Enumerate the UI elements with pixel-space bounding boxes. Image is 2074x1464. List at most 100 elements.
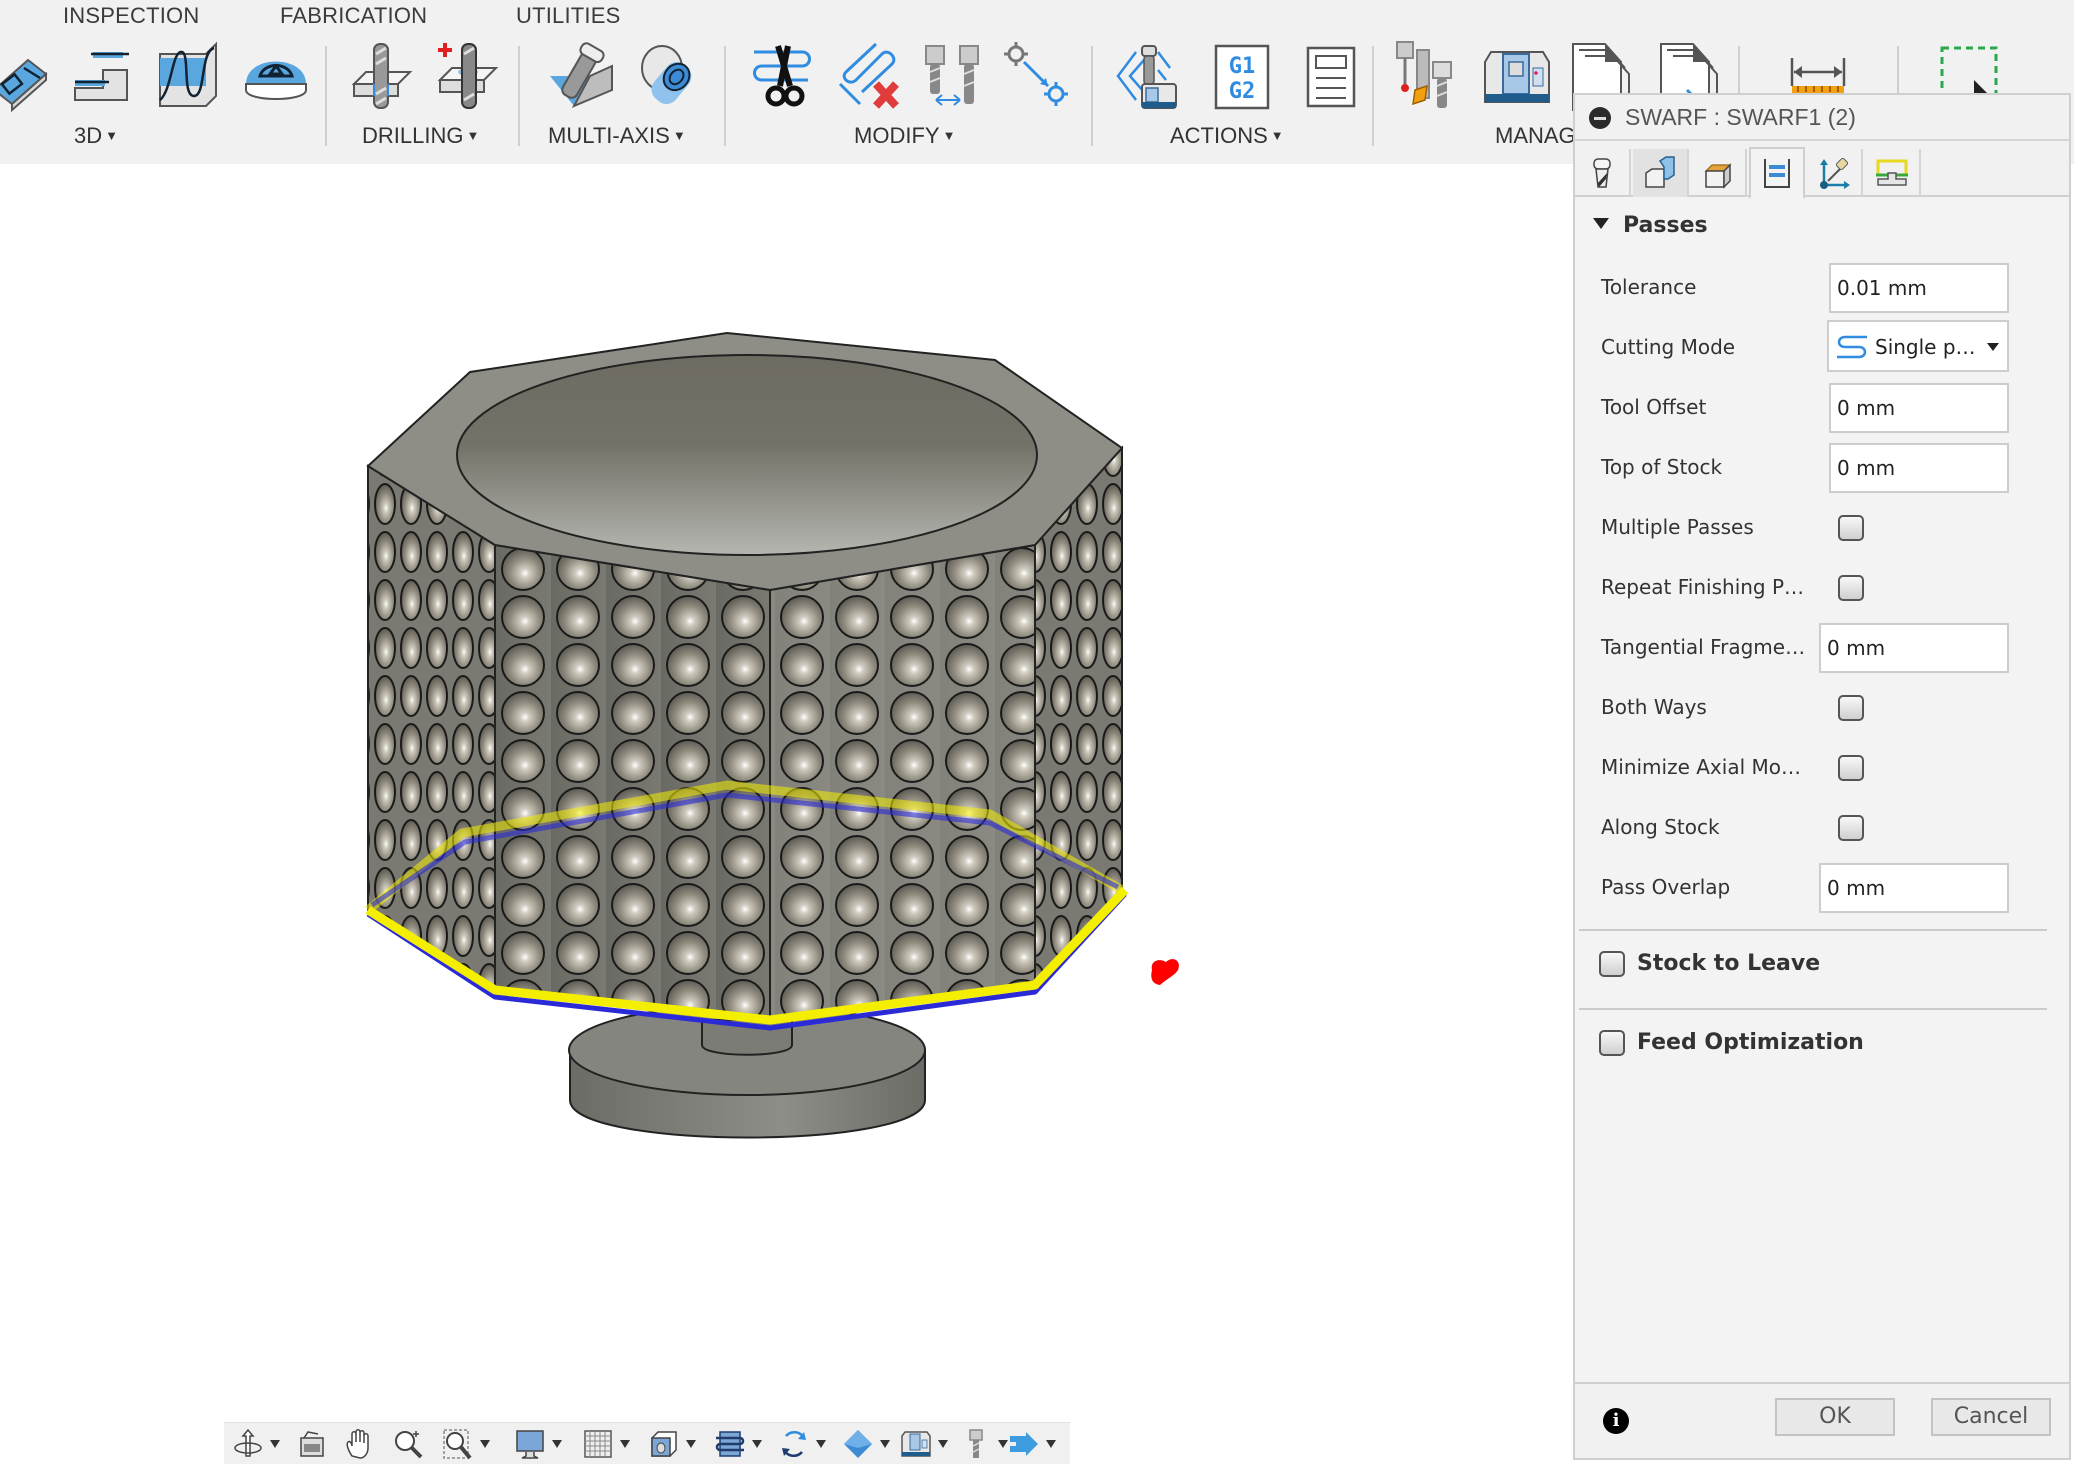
tool-display-button[interactable] <box>960 1427 1008 1461</box>
repeat-finishing-pass-checkbox[interactable] <box>1838 575 1864 601</box>
stock-icon <box>844 1430 872 1458</box>
group-modify-label[interactable]: MODIFY ▼ <box>854 123 955 149</box>
group-label-text: MODIFY <box>854 123 940 148</box>
fit-window-button[interactable] <box>442 1427 490 1461</box>
field-label: Tolerance <box>1601 275 1697 299</box>
pan-button[interactable] <box>342 1427 374 1461</box>
cam-workspace: INSPECTION FABRICATION UTILITIES 3D ▼ DR… <box>0 0 2074 1464</box>
tab-geometry[interactable] <box>1633 149 1689 197</box>
orbit-button[interactable] <box>232 1427 280 1461</box>
tangential-fragment-input[interactable] <box>1819 623 2009 673</box>
section-passes[interactable]: Passes <box>1593 213 1708 238</box>
chevron-down-icon <box>938 1440 948 1448</box>
chevron-down-icon <box>1987 343 1999 351</box>
grid-icon <box>584 1430 612 1458</box>
tab-multi-axis[interactable] <box>1807 149 1863 197</box>
display-settings-button[interactable] <box>514 1427 562 1461</box>
adaptive-clearing-icon[interactable] <box>0 40 60 113</box>
orbit-icon <box>234 1428 262 1457</box>
machine-button[interactable] <box>900 1427 948 1461</box>
group-3d-label[interactable]: 3D ▼ <box>74 123 118 149</box>
field-label: Multiple Passes <box>1601 515 1754 539</box>
tool-offset-input[interactable] <box>1829 383 2009 433</box>
separator <box>724 46 726 146</box>
move-point-icon[interactable] <box>1002 40 1074 112</box>
trim-toolpath-icon[interactable] <box>750 40 822 112</box>
multi-axis-contour-icon[interactable] <box>634 40 706 112</box>
hole-recognition-icon[interactable] <box>434 40 506 112</box>
dialog-title: SWARF : SWARF1 (2) <box>1625 104 1856 130</box>
tab-passes[interactable] <box>1749 147 1805 199</box>
select-value: Single p… <box>1875 335 1976 359</box>
setup-sheet-icon[interactable] <box>1294 40 1366 112</box>
chevron-down-icon: ▼ <box>942 128 956 143</box>
grid-button[interactable] <box>582 1427 630 1461</box>
look-at-button[interactable] <box>296 1427 328 1461</box>
contour-steps-icon[interactable] <box>65 40 137 112</box>
chevron-down-icon <box>880 1440 890 1448</box>
swarf-icon[interactable] <box>546 40 618 112</box>
fixture-button[interactable] <box>1008 1427 1056 1461</box>
tolerance-input[interactable] <box>1829 263 2009 313</box>
machine-icon <box>901 1431 931 1457</box>
group-drilling: DRILLING ▼ <box>340 40 515 158</box>
along-stock-checkbox[interactable] <box>1838 815 1864 841</box>
info-icon[interactable]: i <box>1603 1408 1629 1434</box>
both-ways-checkbox[interactable] <box>1838 695 1864 721</box>
section-divider <box>1579 929 2047 931</box>
top-of-stock-input[interactable] <box>1829 443 2009 493</box>
machine-library-icon[interactable] <box>1481 40 1553 112</box>
navigation-bar <box>224 1422 1070 1464</box>
group-drilling-label[interactable]: DRILLING ▼ <box>362 123 479 149</box>
chevron-down-icon <box>752 1440 762 1448</box>
tab-tool[interactable] <box>1575 149 1631 197</box>
field-label: Along Stock <box>1601 815 1720 839</box>
toolpath-display-button[interactable] <box>714 1427 762 1461</box>
refresh-button[interactable] <box>778 1427 826 1461</box>
field-label: Top of Stock <box>1601 455 1723 479</box>
pocket-dome-icon[interactable] <box>240 40 312 112</box>
tool-display-icon <box>969 1429 983 1458</box>
tool-compare-icon[interactable] <box>918 40 990 112</box>
tab-heights[interactable] <box>1691 149 1747 197</box>
cutting-mode-select[interactable]: Single p… <box>1827 320 2009 372</box>
group-multi-axis-label[interactable]: MULTI-AXIS ▼ <box>548 123 686 149</box>
viewports-button[interactable] <box>648 1427 696 1461</box>
multiple-passes-checkbox[interactable] <box>1838 515 1864 541</box>
zoom-button[interactable] <box>392 1427 424 1461</box>
ok-button[interactable]: OK <box>1775 1398 1895 1436</box>
tab-linking[interactable] <box>1865 149 1921 197</box>
field-repeat-finishing-pass: Repeat Finishing P… <box>1575 563 2069 613</box>
minimize-axial-motion-checkbox[interactable] <box>1838 755 1864 781</box>
group-actions-label[interactable]: ACTIONS ▼ <box>1170 123 1284 149</box>
post-process-icon[interactable]: G1 G2 <box>1206 40 1278 112</box>
chevron-down-icon: ▼ <box>1270 128 1284 143</box>
field-label: Both Ways <box>1601 695 1707 719</box>
feed-optimization-checkbox[interactable] <box>1599 1030 1625 1056</box>
section-title: Passes <box>1623 213 1708 238</box>
simulate-icon[interactable] <box>1114 40 1186 112</box>
stock-to-leave-checkbox[interactable] <box>1599 951 1625 977</box>
svg-text:G1: G1 <box>1229 54 1256 79</box>
separator <box>325 46 327 146</box>
drill-icon[interactable] <box>348 40 420 112</box>
collapse-icon[interactable] <box>1589 107 1611 129</box>
tab-inspection[interactable]: INSPECTION <box>63 3 199 29</box>
tab-utilities[interactable]: UTILITIES <box>516 3 621 29</box>
side-face-left <box>367 464 496 992</box>
stock-button[interactable] <box>842 1427 890 1461</box>
separator <box>1372 46 1374 146</box>
parallel-surface-icon[interactable] <box>152 40 224 112</box>
zoom-icon <box>395 1431 423 1459</box>
tool-library-icon[interactable] <box>1393 40 1465 112</box>
field-label: Pass Overlap <box>1601 875 1731 899</box>
chevron-down-icon <box>552 1440 562 1448</box>
field-label: Repeat Finishing P… <box>1601 575 1805 599</box>
group-label-text: MULTI-AXIS <box>548 123 670 148</box>
delete-toolpath-icon[interactable] <box>836 40 908 112</box>
cancel-button[interactable]: Cancel <box>1931 1398 2051 1436</box>
group-multi-axis: MULTI-AXIS ▼ <box>530 40 720 158</box>
field-tangential-fragment: Tangential Fragme… <box>1575 623 2069 673</box>
pass-overlap-input[interactable] <box>1819 863 2009 913</box>
tab-fabrication[interactable]: FABRICATION <box>280 3 427 29</box>
